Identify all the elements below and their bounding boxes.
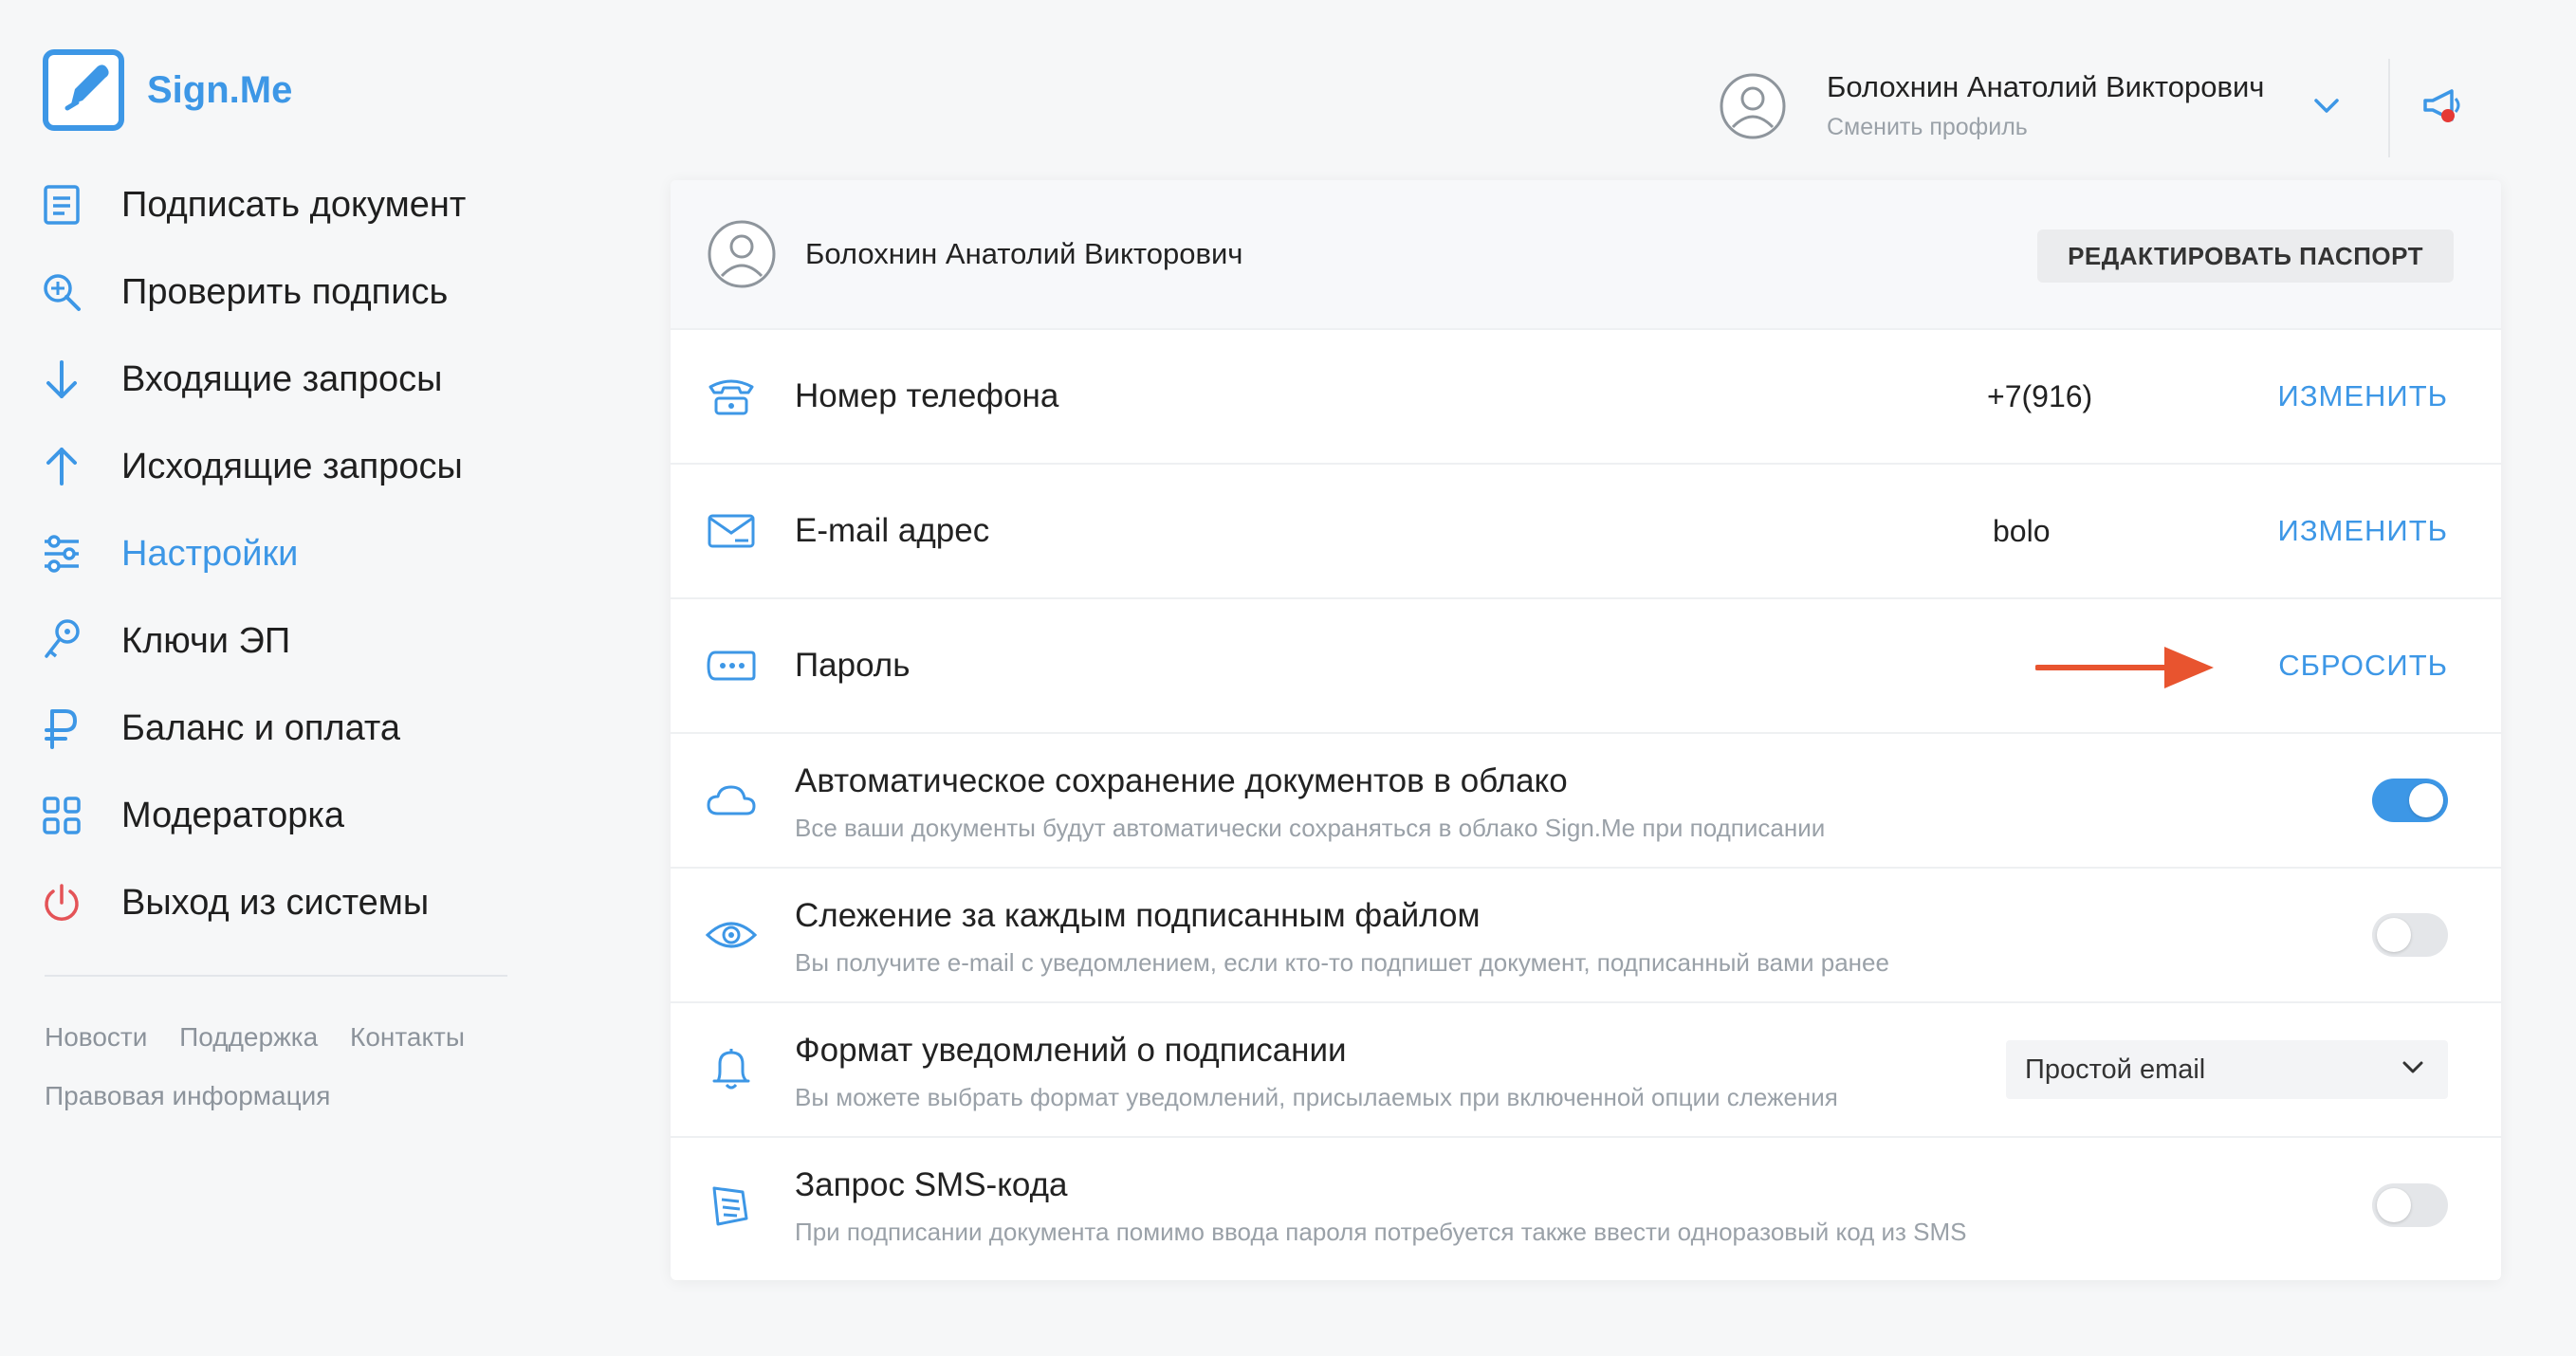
ruble-icon: [38, 705, 85, 752]
footer-link-news[interactable]: Новости: [45, 1022, 147, 1052]
phone-value: +7(916): [1987, 378, 2093, 413]
autosave-row: Автоматическое сохранение документов в о…: [671, 734, 2501, 869]
sidebar-item-settings[interactable]: Настройки: [38, 510, 512, 597]
phone-icon: [705, 370, 758, 423]
sidebar-item-label: Проверить подпись: [121, 271, 449, 312]
sidebar-item-label: Ключи ЭП: [121, 620, 291, 661]
email-value: bolo: [1993, 513, 2051, 548]
sms-description: При подписании документа помимо ввода па…: [795, 1218, 1967, 1246]
sidebar-item-label: Входящие запросы: [121, 358, 443, 399]
sms-row: Запрос SMS-кода При подписании документа…: [671, 1138, 2501, 1273]
sms-icon: [705, 1179, 758, 1232]
card-user-name: Болохнин Анатолий Викторович: [805, 237, 1243, 270]
autosave-toggle[interactable]: [2372, 779, 2448, 822]
phone-row: Номер телефона +7(916) ИЗМЕНИТЬ: [671, 330, 2501, 465]
megaphone-icon: [2423, 89, 2460, 122]
header-divider: [2388, 59, 2390, 157]
envelope-icon: [705, 504, 758, 558]
arrow-right-icon: [2035, 647, 2214, 688]
notify-format-selected: Простой email: [2025, 1054, 2206, 1085]
footer-link-support[interactable]: Поддержка: [179, 1022, 318, 1052]
autosave-description: Все ваши документы будут автоматически с…: [795, 814, 1826, 842]
sidebar-item-label: Настройки: [121, 533, 299, 574]
edit-passport-button[interactable]: РЕДАКТИРОВАТЬ ПАСПОРТ: [2037, 229, 2454, 283]
notify-format-row: Формат уведомлений о подписании Вы может…: [671, 1003, 2501, 1138]
magnifier-plus-icon: [38, 268, 85, 316]
sidebar-item-moderation[interactable]: Модераторка: [38, 772, 512, 859]
sidebar-divider: [45, 975, 507, 977]
sidebar-item-outgoing[interactable]: Исходящие запросы: [38, 423, 512, 510]
brand-logo[interactable]: Sign.Me: [43, 49, 292, 131]
change-email-button[interactable]: ИЗМЕНИТЬ: [2278, 514, 2448, 548]
notifications-button[interactable]: [2420, 83, 2465, 134]
tracking-row: Слежение за каждым подписанным файлом Вы…: [671, 869, 2501, 1003]
brand-name: Sign.Me: [147, 68, 293, 111]
sidebar-item-incoming[interactable]: Входящие запросы: [38, 336, 512, 423]
reset-password-button[interactable]: СБРОСИТЬ: [2278, 649, 2448, 683]
grid-icon: [38, 792, 85, 839]
chevron-down-icon[interactable]: [2312, 95, 2341, 118]
tracking-description: Вы получите e-mail с уведомлением, если …: [795, 948, 1889, 977]
footer-link-contacts[interactable]: Контакты: [350, 1022, 465, 1052]
phone-label: Номер телефона: [795, 377, 1059, 414]
sidebar-item-sign-document[interactable]: Подписать документ: [38, 161, 512, 248]
notify-format-select[interactable]: Простой email: [2006, 1040, 2448, 1099]
email-label: E-mail адрес: [795, 512, 990, 549]
password-label: Пароль: [795, 647, 911, 684]
card-profile-header: Болохнин Анатолий Викторович РЕДАКТИРОВА…: [671, 180, 2501, 330]
notify-format-title: Формат уведомлений о подписании: [795, 1032, 1347, 1069]
password-field-icon: [705, 639, 758, 692]
password-row: Пароль СБРОСИТЬ: [671, 599, 2501, 734]
switch-profile-link[interactable]: Сменить профиль: [1827, 114, 2264, 141]
sidebar-item-keys[interactable]: Ключи ЭП: [38, 597, 512, 685]
settings-card: Болохнин Анатолий Викторович РЕДАКТИРОВА…: [671, 180, 2501, 1280]
sms-toggle[interactable]: [2372, 1183, 2448, 1227]
tracking-title: Слежение за каждым подписанным файлом: [795, 897, 1481, 934]
chevron-down-icon: [2402, 1061, 2423, 1073]
header-user-name: Болохнин Анатолий Викторович: [1827, 70, 2265, 103]
avatar-icon: [1720, 73, 1786, 138]
avatar-icon: [708, 220, 776, 288]
autosave-title: Автоматическое сохранение документов в о…: [795, 762, 1568, 799]
key-icon: [38, 617, 85, 665]
footer-link-legal[interactable]: Правовая информация: [45, 1081, 489, 1111]
bell-icon: [705, 1043, 758, 1096]
change-phone-button[interactable]: ИЗМЕНИТЬ: [2278, 379, 2448, 413]
sidebar-item-label: Модераторка: [121, 795, 344, 835]
cloud-icon: [705, 774, 758, 827]
footer-links: Новости Поддержка Контакты Правовая инфо…: [45, 1022, 489, 1111]
profile-switcher[interactable]: Болохнин Анатолий Викторович Сменить про…: [1719, 70, 2264, 141]
notify-format-description: Вы можете выбрать формат уведомлений, пр…: [795, 1083, 1838, 1111]
sidebar-item-logout[interactable]: Выход из системы: [38, 859, 512, 946]
sidebar-item-label: Выход из системы: [121, 882, 430, 923]
pen-logo-icon: [43, 49, 124, 131]
sidebar-item-label: Баланс и оплата: [121, 707, 400, 748]
arrow-down-icon: [38, 356, 85, 403]
email-row: E-mail адрес bolo ИЗМЕНИТЬ: [671, 465, 2501, 599]
sidebar-item-balance[interactable]: Баланс и оплата: [38, 685, 512, 772]
notification-dot: [2441, 109, 2455, 122]
sidebar-nav: Подписать документ Проверить подпись Вхо…: [38, 161, 512, 946]
document-icon: [38, 181, 85, 229]
sidebar-item-label: Подписать документ: [121, 184, 467, 225]
sms-title: Запрос SMS-кода: [795, 1166, 1068, 1203]
arrow-up-icon: [38, 443, 85, 490]
sidebar-item-label: Исходящие запросы: [121, 446, 463, 486]
eye-icon: [705, 908, 758, 962]
power-icon: [38, 879, 85, 926]
sidebar-item-verify-signature[interactable]: Проверить подпись: [38, 248, 512, 336]
sliders-icon: [38, 530, 85, 577]
tracking-toggle[interactable]: [2372, 913, 2448, 957]
